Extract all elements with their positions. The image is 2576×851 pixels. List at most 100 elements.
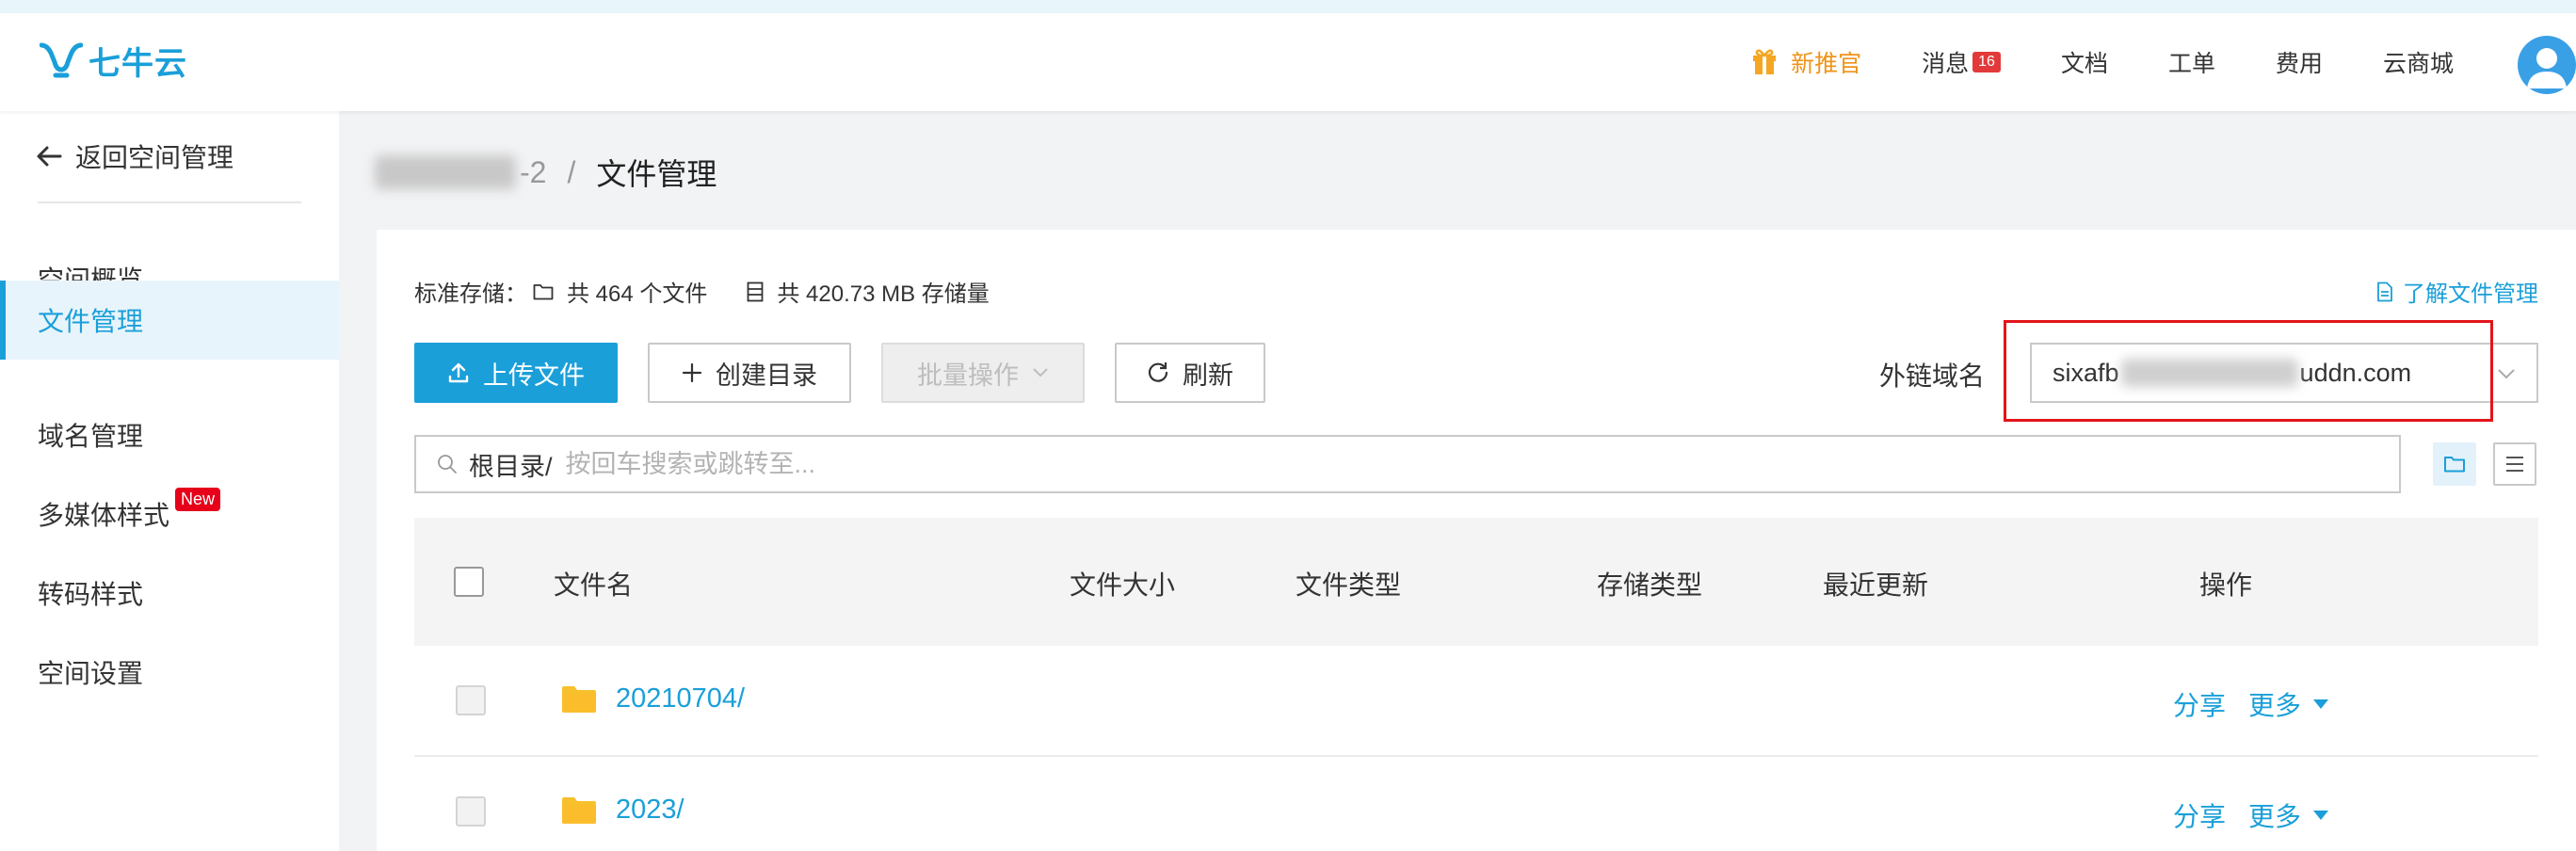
current-path-root: 根目录/ bbox=[469, 452, 553, 481]
folder-name-link[interactable]: 2023/ bbox=[561, 795, 684, 826]
list-view-toggle[interactable] bbox=[2493, 442, 2536, 486]
folder-name-label: 20210704/ bbox=[616, 683, 746, 714]
upload-file-button[interactable]: 上传文件 bbox=[414, 343, 618, 403]
sidebar-item-bucket-settings[interactable]: 空间设置 bbox=[0, 633, 339, 712]
row-checkbox[interactable] bbox=[456, 685, 486, 715]
chevron-down-icon bbox=[1033, 368, 1048, 377]
select-all-checkbox[interactable] bbox=[454, 567, 484, 597]
more-actions-label: 更多 bbox=[2248, 802, 2302, 831]
more-actions-dropdown[interactable]: 更多 bbox=[2248, 796, 2329, 834]
gift-icon bbox=[1753, 49, 1777, 74]
table-header: 文件名 文件大小 文件类型 存储类型 最近更新 操作 bbox=[414, 518, 2538, 646]
nav-promo-label: 新推官 bbox=[1791, 51, 1862, 77]
nav-marketplace-label: 云商城 bbox=[2382, 51, 2454, 77]
plus-icon bbox=[682, 362, 702, 383]
avatar[interactable] bbox=[2518, 36, 2576, 94]
column-header-size[interactable]: 文件大小 bbox=[1070, 565, 1175, 602]
sidebar-item-domains[interactable]: 域名管理 bbox=[0, 395, 339, 474]
user-avatar-icon bbox=[2527, 48, 2567, 88]
bucket-name-suffix[interactable]: -2 bbox=[520, 155, 546, 190]
document-icon bbox=[2377, 281, 2392, 301]
storage-icon bbox=[747, 281, 764, 301]
nav-tickets[interactable]: 工单 bbox=[2168, 45, 2215, 79]
file-count-text: 共 464 个文件 bbox=[567, 281, 708, 307]
sidebar-divider bbox=[38, 201, 301, 203]
breadcrumb: -2 / 文件管理 bbox=[375, 149, 716, 196]
upload-icon bbox=[448, 362, 469, 383]
row-checkbox[interactable] bbox=[456, 796, 486, 827]
caret-down-icon bbox=[2313, 811, 2329, 820]
nav-messages[interactable]: 消息 16 bbox=[1922, 45, 2001, 79]
list-view-icon bbox=[2506, 457, 2523, 472]
column-header-storage-class[interactable]: 存储类型 bbox=[1597, 565, 1702, 602]
refresh-button[interactable]: 刷新 bbox=[1115, 343, 1265, 403]
domain-label: 外链域名 bbox=[1879, 361, 1986, 391]
column-header-filename[interactable]: 文件名 bbox=[554, 565, 633, 602]
sidebar-item-transcode-styles[interactable]: 转码样式 bbox=[0, 554, 339, 633]
sidebar-item-label: 多媒体样式 bbox=[38, 501, 170, 530]
folder-name-link[interactable]: 20210704/ bbox=[561, 683, 745, 715]
table-row: 2023/ 分享 更多 bbox=[414, 757, 2538, 851]
create-directory-label: 创建目录 bbox=[716, 361, 817, 390]
top-strip bbox=[0, 0, 2576, 13]
nav-docs[interactable]: 文档 bbox=[2061, 45, 2108, 79]
new-badge: New bbox=[175, 487, 221, 511]
logo-text: 七牛云 bbox=[89, 45, 187, 82]
sidebar-item-media-styles[interactable]: 多媒体样式 New bbox=[0, 474, 339, 554]
storage-type-label: 标准存储： bbox=[414, 281, 527, 307]
sidebar-item-label: 域名管理 bbox=[38, 422, 144, 451]
storage-size-text: 共 420.73 MB 存储量 bbox=[777, 281, 990, 307]
nav-billing-label: 费用 bbox=[2275, 51, 2323, 77]
sidebar-item-file-management[interactable]: 文件管理 bbox=[0, 281, 339, 360]
top-nav: 新推官 消息 16 文档 工单 费用 云商城 bbox=[1691, 13, 2454, 111]
nav-messages-label: 消息 bbox=[1922, 51, 1970, 77]
table-row: 20210704/ 分享 更多 bbox=[414, 646, 2538, 757]
qiniu-logo[interactable]: 七牛云 bbox=[40, 40, 187, 82]
chevron-down-icon bbox=[2498, 369, 2515, 379]
storage-stats: 标准存储： 共 464 个文件 共 420.73 MB 存储量 bbox=[414, 275, 990, 308]
folder-view-icon bbox=[2444, 457, 2465, 473]
back-link-label: 返回空间管理 bbox=[75, 143, 234, 172]
breadcrumb-separator: / bbox=[567, 154, 576, 189]
back-to-buckets-link[interactable]: 返回空间管理 bbox=[36, 137, 233, 175]
search-input[interactable] bbox=[565, 449, 2072, 479]
folder-view-toggle[interactable] bbox=[2433, 442, 2476, 486]
column-header-type[interactable]: 文件类型 bbox=[1296, 565, 1401, 602]
page: 七牛云 新推官 消息 16 文档 工单 费用 云商城 返回空间管理 文件管理 域… bbox=[0, 0, 2576, 851]
column-header-last-updated[interactable]: 最近更新 bbox=[1823, 565, 1928, 602]
more-actions-label: 更多 bbox=[2248, 691, 2302, 720]
folder-outline-icon bbox=[533, 283, 554, 299]
nav-billing[interactable]: 费用 bbox=[2276, 45, 2323, 79]
column-header-actions: 操作 bbox=[2199, 570, 2253, 600]
create-directory-button[interactable]: 创建目录 bbox=[648, 343, 851, 403]
folder-icon bbox=[562, 796, 596, 824]
sidebar-item-label: 转码样式 bbox=[38, 580, 144, 609]
folder-icon bbox=[562, 685, 596, 713]
nav-docs-label: 文档 bbox=[2060, 51, 2108, 77]
refresh-label: 刷新 bbox=[1183, 361, 1233, 390]
highlight-annotation-box bbox=[2004, 320, 2493, 422]
arrow-left-icon bbox=[37, 146, 62, 167]
caret-down-icon bbox=[2313, 699, 2329, 709]
top-header: 七牛云 新推官 消息 16 文档 工单 费用 云商城 bbox=[0, 13, 2576, 111]
share-action[interactable]: 分享 bbox=[2173, 685, 2226, 723]
refresh-icon bbox=[1148, 362, 1168, 382]
nav-marketplace[interactable]: 云商城 bbox=[2383, 45, 2454, 79]
search-icon bbox=[438, 455, 457, 474]
message-count-badge: 16 bbox=[1972, 52, 2001, 72]
path-search-box[interactable]: 根目录/ bbox=[414, 435, 2401, 493]
learn-link-label: 了解文件管理 bbox=[2403, 281, 2538, 307]
batch-operations-button[interactable]: 批量操作 bbox=[881, 343, 1085, 403]
row-actions: 分享 更多 bbox=[2173, 685, 2329, 723]
page-title: 文件管理 bbox=[596, 157, 717, 191]
learn-file-management-link[interactable]: 了解文件管理 bbox=[2376, 275, 2538, 308]
sidebar-item-label: 空间设置 bbox=[38, 659, 144, 688]
share-action[interactable]: 分享 bbox=[2173, 796, 2226, 834]
nav-tickets-label: 工单 bbox=[2167, 51, 2215, 77]
nav-promo[interactable]: 新推官 bbox=[1751, 45, 1861, 79]
qiniu-logo-icon bbox=[40, 42, 83, 78]
file-management-card: 标准存储： 共 464 个文件 共 420.73 MB 存储量 了解文件管理 上… bbox=[377, 230, 2576, 851]
batch-operations-label: 批量操作 bbox=[917, 361, 1019, 390]
row-actions: 分享 更多 bbox=[2173, 796, 2329, 834]
more-actions-dropdown[interactable]: 更多 bbox=[2248, 685, 2329, 723]
